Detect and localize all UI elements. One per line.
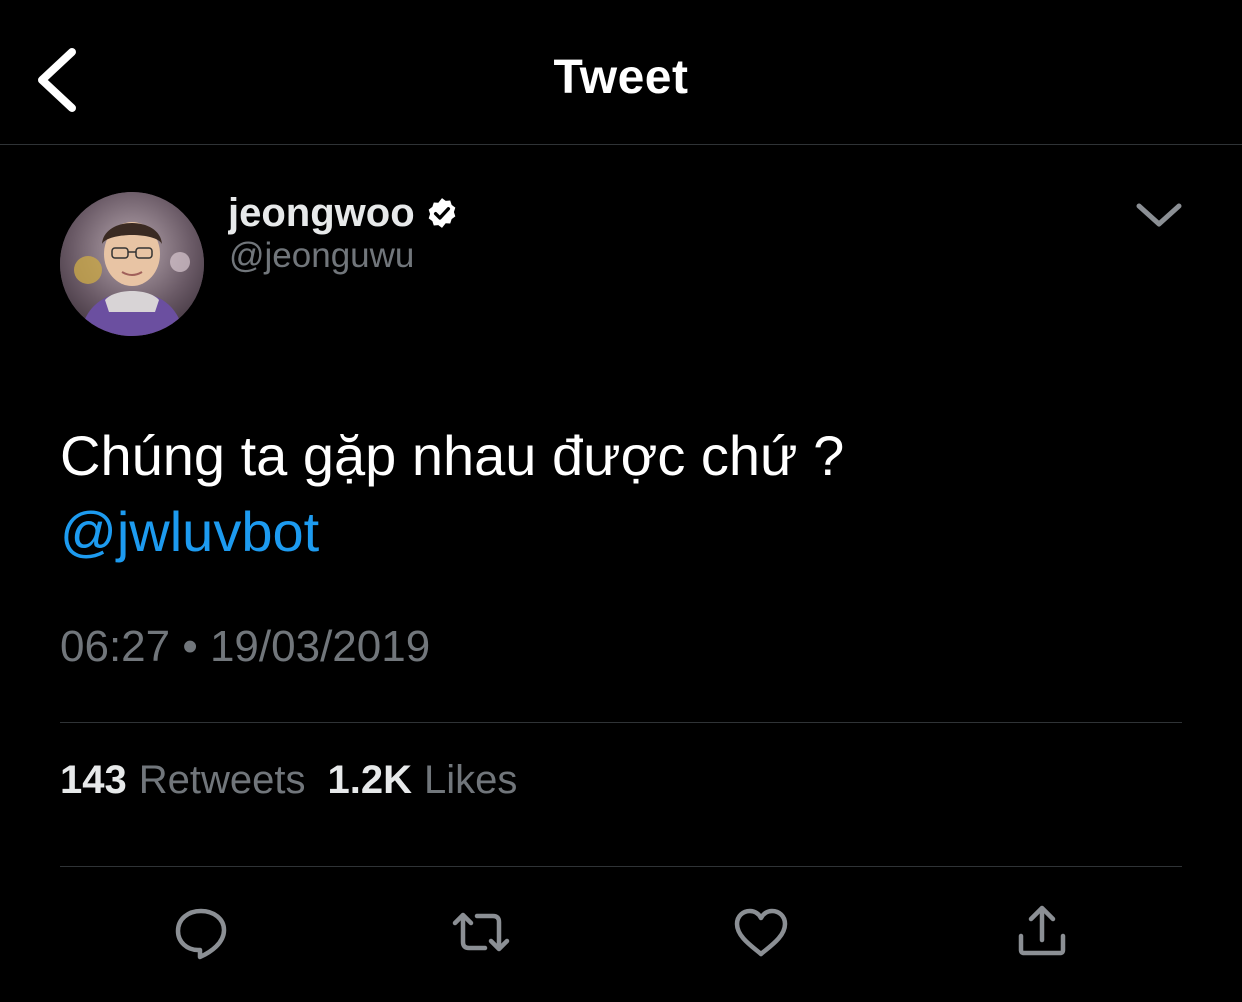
tweet-detail-page: Tweet jeongwoo @jeonguwu Chúng ta gặp nh…	[0, 0, 1242, 1002]
chevron-down-icon	[1136, 203, 1182, 227]
retweets-stat[interactable]: 143 Retweets	[60, 758, 306, 803]
retweet-icon	[452, 912, 510, 952]
top-bar: Tweet	[0, 0, 1242, 145]
more-options-button[interactable]	[1132, 196, 1186, 236]
engagement-stats: 143 Retweets 1.2K Likes	[60, 758, 517, 803]
avatar-image	[60, 192, 204, 336]
page-title: Tweet	[553, 51, 689, 104]
tweet-text: Chúng ta gặp nhau được chứ ?	[60, 424, 845, 487]
verified-badge-icon	[428, 198, 455, 228]
retweets-count: 143	[60, 758, 127, 802]
like-button[interactable]	[731, 902, 791, 962]
divider	[60, 722, 1182, 723]
likes-label: Likes	[424, 758, 518, 802]
share-icon	[1018, 905, 1066, 956]
likes-count: 1.2K	[327, 758, 413, 802]
tweet-body: Chúng ta gặp nhau được chứ ? @jwluvbot	[60, 418, 1182, 570]
mention-link[interactable]: @jwluvbot	[60, 494, 1182, 570]
author-display-name[interactable]: jeongwoo	[228, 186, 415, 240]
avatar[interactable]	[60, 192, 204, 336]
reply-icon	[175, 908, 227, 960]
retweets-label: Retweets	[138, 758, 306, 802]
author-handle[interactable]: @jeonguwu	[229, 236, 414, 276]
likes-stat[interactable]: 1.2K Likes	[328, 758, 518, 803]
divider	[60, 866, 1182, 867]
reply-button[interactable]	[171, 902, 231, 962]
retweet-button[interactable]	[451, 902, 511, 962]
like-icon	[734, 908, 788, 957]
share-button[interactable]	[1012, 902, 1072, 962]
author-name-row[interactable]: jeongwoo	[228, 186, 459, 240]
tweet-timestamp[interactable]: 06:27 • 19/03/2019	[60, 622, 430, 672]
